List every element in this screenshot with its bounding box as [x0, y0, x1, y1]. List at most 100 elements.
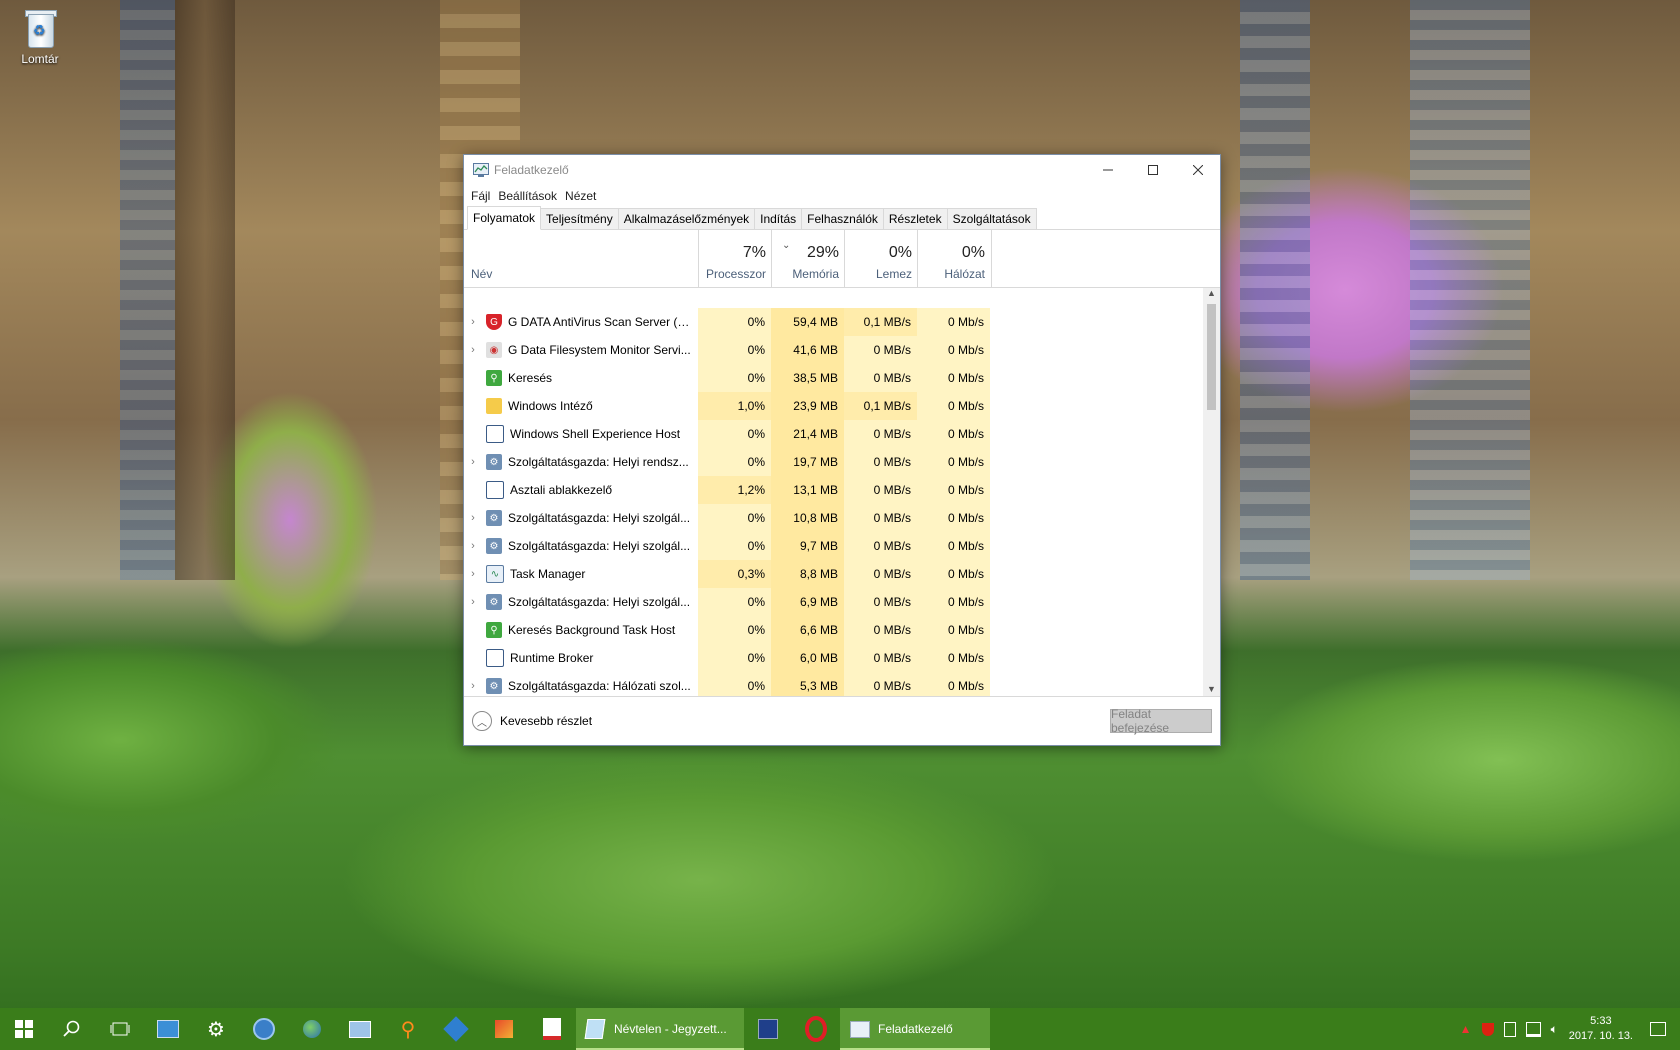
tray-expand-icon[interactable]: ▲: [1460, 1022, 1472, 1036]
process-row[interactable]: ⚲ Keresés Background Task Host 0% 6,6 MB 0 M…: [464, 616, 1203, 644]
column-header-memory[interactable]: ⌄ 29% Memória: [771, 230, 845, 287]
column-header-cpu[interactable]: 7% Processzor: [698, 230, 772, 287]
taskbar-pin-network[interactable]: [432, 1008, 480, 1050]
process-name: Szolgáltatásgazda: Helyi rendsz...: [508, 455, 689, 469]
taskbar-pin-save[interactable]: [744, 1008, 792, 1050]
process-network: 0 Mb/s: [917, 420, 990, 448]
fewer-details-button[interactable]: ︿ Kevesebb részlet: [472, 711, 592, 731]
process-cpu: 0%: [698, 336, 771, 364]
process-name-cell: Windows Intéző: [464, 392, 698, 420]
menu-view[interactable]: Nézet: [565, 189, 596, 203]
clock-date: 2017. 10. 13.: [1568, 1030, 1633, 1042]
taskbar-pin-settings[interactable]: ⚙: [192, 1008, 240, 1050]
window-icon: [486, 425, 504, 443]
folder-icon: [486, 398, 502, 414]
process-row[interactable]: › ⚙ Szolgáltatásgazda: Helyi rendsz... 0% 19…: [464, 448, 1203, 476]
tab-app-history[interactable]: Alkalmazáselőzmények: [617, 208, 756, 229]
end-task-button[interactable]: Feladat befejezése: [1110, 707, 1212, 735]
taskbar-pin-mail[interactable]: [144, 1008, 192, 1050]
chevron-right-icon[interactable]: ›: [464, 456, 482, 468]
close-button[interactable]: [1175, 155, 1220, 185]
process-cpu: 0%: [698, 504, 771, 532]
process-memory: 6,6 MB: [771, 616, 844, 644]
taskbar-app-task-manager[interactable]: Feladatkezelő: [840, 1008, 990, 1050]
taskbar-app-notepad[interactable]: Névtelen - Jegyzett...: [576, 1008, 744, 1050]
process-row[interactable]: Asztali ablakkezelő 1,2% 13,1 MB 0 MB/s 0 Mb…: [464, 476, 1203, 504]
process-row[interactable]: Windows Shell Experience Host 0% 21,4 MB 0 …: [464, 420, 1203, 448]
taskbar-pin-remote[interactable]: [336, 1008, 384, 1050]
chevron-right-icon[interactable]: ›: [464, 680, 482, 692]
volume-icon[interactable]: 🔈︎: [1551, 1022, 1558, 1037]
process-disk: 0 MB/s: [844, 420, 917, 448]
minimize-button[interactable]: [1085, 155, 1130, 185]
menu-settings[interactable]: Beállítások: [498, 189, 557, 203]
process-row[interactable]: Windows Intéző 1,0% 23,9 MB 0,1 MB/s 0 Mb/s: [464, 392, 1203, 420]
process-row[interactable]: › G G DATA AntiVirus Scan Server (3... 0% 59…: [464, 308, 1203, 336]
clock[interactable]: 5:33 2017. 10. 13.: [1569, 1014, 1633, 1044]
gdata-tray-icon[interactable]: [1481, 1022, 1494, 1036]
tab-processes[interactable]: Folyamatok: [467, 206, 542, 230]
process-row[interactable]: › ◉ G Data Filesystem Monitor Servi... 0% 41…: [464, 336, 1203, 364]
title-bar[interactable]: Feladatkezelő: [464, 155, 1220, 185]
tab-services[interactable]: Szolgáltatások: [946, 208, 1037, 229]
scroll-up-icon[interactable]: ▲: [1203, 288, 1220, 302]
process-cpu: 0%: [698, 308, 771, 336]
pdf-icon: [543, 1018, 561, 1040]
network-total: 0%: [961, 244, 985, 261]
process-disk: 0 MB/s: [844, 616, 917, 644]
recycle-bin[interactable]: ♻ Lomtár: [14, 8, 66, 66]
process-row[interactable]: › ∿ Task Manager 0,3% 8,8 MB 0 MB/s 0 Mb/s: [464, 560, 1203, 588]
task-view-button[interactable]: [96, 1008, 144, 1050]
notification-center-icon[interactable]: [1650, 1022, 1666, 1036]
process-disk: 0 MB/s: [844, 644, 917, 672]
menu-file[interactable]: Fájl: [471, 189, 490, 203]
start-button[interactable]: [0, 1008, 48, 1050]
process-row[interactable]: ⚲ Keresés 0% 38,5 MB 0 MB/s 0 Mb/s: [464, 364, 1203, 392]
scroll-thumb[interactable]: [1207, 304, 1216, 410]
tablet-icon[interactable]: [1503, 1021, 1516, 1037]
process-name-cell: › G G DATA AntiVirus Scan Server (3...: [464, 308, 698, 336]
process-cpu: 0%: [698, 616, 771, 644]
taskbar-pin-search-tool[interactable]: ⚲: [384, 1008, 432, 1050]
chevron-right-icon[interactable]: ›: [464, 540, 482, 552]
chevron-right-icon[interactable]: ›: [464, 512, 482, 524]
taskbar-pin-app[interactable]: [240, 1008, 288, 1050]
taskbar-pin-browser[interactable]: [288, 1008, 336, 1050]
window-title: Feladatkezelő: [494, 163, 569, 177]
tab-users[interactable]: Felhasználók: [801, 208, 884, 229]
process-network: 0 Mb/s: [917, 504, 990, 532]
taskbar-pin-acrobat[interactable]: [528, 1008, 576, 1050]
process-row[interactable]: › ⚙ Szolgáltatásgazda: Helyi szolgál... 0% 9…: [464, 532, 1203, 560]
memory-label: Memória: [792, 267, 839, 281]
process-name-cell: Asztali ablakkezelő: [464, 476, 698, 504]
maximize-button[interactable]: [1130, 155, 1175, 185]
chevron-up-icon: ︿: [472, 711, 492, 731]
column-header-disk[interactable]: 0% Lemez: [844, 230, 918, 287]
tab-startup[interactable]: Indítás: [754, 208, 803, 229]
network-icon[interactable]: [1525, 1021, 1541, 1037]
chevron-right-icon[interactable]: ›: [464, 316, 482, 328]
chevron-right-icon[interactable]: ›: [464, 596, 482, 608]
taskbar-search-button[interactable]: [48, 1008, 96, 1050]
process-network: 0 Mb/s: [917, 308, 990, 336]
process-disk: 0 MB/s: [844, 336, 917, 364]
process-row[interactable]: › ⚙ Szolgáltatásgazda: Helyi szolgál... 0% 1…: [464, 504, 1203, 532]
tab-performance[interactable]: Teljesítmény: [540, 208, 619, 229]
tab-details[interactable]: Részletek: [882, 208, 948, 229]
process-memory: 9,7 MB: [771, 532, 844, 560]
chevron-right-icon[interactable]: ›: [464, 568, 482, 580]
column-header-network[interactable]: 0% Hálózat: [917, 230, 992, 287]
taskbar-pin-opera[interactable]: [792, 1008, 840, 1050]
process-row[interactable]: › ⚙ Szolgáltatásgazda: Helyi szolgál... 0% 6…: [464, 588, 1203, 616]
chevron-right-icon[interactable]: ›: [464, 344, 482, 356]
gdata-monitor-icon: ◉: [486, 342, 502, 358]
process-network: 0 Mb/s: [917, 364, 990, 392]
process-row[interactable]: Runtime Broker 0% 6,0 MB 0 MB/s 0 Mb/s: [464, 644, 1203, 672]
gdata-shield-icon: G: [486, 314, 502, 330]
process-cpu: 0%: [698, 644, 771, 672]
column-header-name[interactable]: Név: [471, 267, 492, 281]
taskbar-pin-tool[interactable]: [480, 1008, 528, 1050]
vertical-scrollbar[interactable]: ▲ ▼: [1203, 288, 1220, 698]
taskbar: ⚙ ⚲ Névtelen - Jegyzett... Feladatkezelő…: [0, 1008, 1680, 1050]
memory-total: 29%: [806, 244, 839, 261]
